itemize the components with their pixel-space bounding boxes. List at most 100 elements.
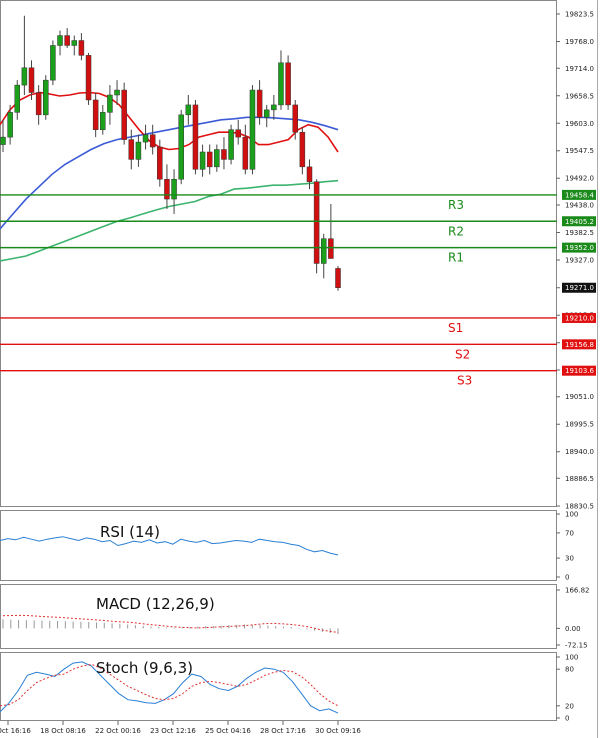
candle-body bbox=[107, 94, 113, 113]
x-tick-label: 16 Oct 16:16 bbox=[0, 727, 31, 735]
candle-body bbox=[157, 146, 163, 180]
level-price-label: 19352.0 bbox=[565, 244, 594, 252]
level-price-label: 19156.8 bbox=[565, 341, 594, 349]
candle-body bbox=[78, 40, 85, 56]
price-tick-label: 19603.0 bbox=[565, 120, 594, 128]
x-tick-label: 23 Oct 12:16 bbox=[150, 727, 196, 735]
level-price-label: 19103.6 bbox=[565, 367, 594, 375]
candle-body bbox=[335, 268, 341, 288]
candle-body bbox=[14, 84, 21, 113]
level-price-label: 19405.2 bbox=[565, 218, 594, 226]
stoch-tick-label: 0 bbox=[565, 715, 569, 723]
rsi-tick-label: 70 bbox=[565, 529, 574, 537]
price-tick-label: 19823.5 bbox=[565, 11, 594, 19]
rsi-title: RSI (14) bbox=[100, 523, 160, 541]
x-tick-label: 18 Oct 08:16 bbox=[40, 727, 86, 735]
candle-body bbox=[178, 114, 184, 180]
rsi-panel-frame bbox=[0, 510, 557, 581]
candle-body bbox=[285, 62, 291, 106]
price-tick-label: 19382.5 bbox=[565, 229, 594, 237]
candle-body bbox=[199, 151, 206, 170]
price-tick-label: 18830.5 bbox=[565, 503, 594, 511]
price-tick-label: 19327.0 bbox=[565, 257, 594, 265]
candle-body bbox=[43, 79, 49, 116]
level-label-r1: R1 bbox=[448, 251, 464, 265]
candle-body bbox=[328, 238, 334, 259]
macd-tick-label: 0.00 bbox=[565, 625, 581, 633]
rsi-tick-label: 0 bbox=[565, 574, 569, 582]
candle-body bbox=[100, 112, 106, 130]
price-tick-label: 19051.0 bbox=[565, 393, 594, 401]
macd-tick-label: 166.82 bbox=[565, 587, 590, 595]
candle-body bbox=[242, 136, 249, 170]
x-tick-label: 25 Oct 04:16 bbox=[205, 727, 251, 735]
candle-body bbox=[57, 35, 63, 46]
candle-body bbox=[206, 151, 213, 168]
price-tick-label: 19658.5 bbox=[565, 92, 594, 100]
candle-body bbox=[192, 104, 199, 170]
trading-chart: 19823.5 19768.0 19714.0 19658.5 19603.0 19547… bbox=[0, 0, 598, 738]
candle-body bbox=[164, 178, 170, 200]
candle-body bbox=[228, 129, 234, 160]
candle-body bbox=[313, 181, 320, 264]
macd-panel-frame bbox=[0, 584, 557, 649]
candle-body bbox=[128, 139, 135, 160]
stoch-title: Stoch (9,6,3) bbox=[96, 659, 193, 677]
x-tick-label: 22 Oct 00:16 bbox=[95, 727, 141, 735]
candle-body bbox=[7, 112, 13, 138]
stoch-tick-label: 20 bbox=[565, 702, 574, 710]
candle-body bbox=[114, 89, 120, 96]
rsi-tick-label: 100 bbox=[565, 511, 578, 519]
price-tick-label: 19547.5 bbox=[565, 147, 594, 155]
candle-body bbox=[35, 92, 42, 116]
level-price-label: 19210.0 bbox=[565, 314, 594, 322]
candle-body bbox=[64, 35, 70, 46]
candle-body bbox=[256, 89, 263, 118]
x-tick-label: 30 Oct 09:16 bbox=[315, 727, 361, 735]
price-tick-label: 18940.0 bbox=[565, 448, 594, 456]
candle-body bbox=[21, 67, 28, 86]
price-tick-label: 19714.0 bbox=[565, 65, 594, 73]
candle-body bbox=[28, 67, 35, 93]
stoch-tick-label: 100 bbox=[565, 654, 578, 662]
candle-body bbox=[263, 109, 270, 118]
candle-body bbox=[306, 166, 313, 182]
level-label-s1: S1 bbox=[448, 321, 463, 335]
macd-title: MACD (12,26,9) bbox=[96, 595, 215, 613]
candle-body bbox=[185, 104, 192, 116]
ma-blue-line bbox=[0, 116, 339, 230]
candle-body bbox=[249, 89, 256, 170]
price-tick-label: 18995.5 bbox=[565, 421, 594, 429]
candle-body bbox=[142, 134, 149, 143]
candle-body bbox=[320, 238, 327, 264]
level-label-s3: S3 bbox=[457, 374, 472, 388]
candle-body bbox=[271, 104, 277, 111]
price-tick-label: 19438.0 bbox=[565, 202, 594, 210]
candle-body bbox=[85, 55, 92, 101]
current-price-label: 19271.0 bbox=[565, 284, 594, 292]
candle-body bbox=[135, 141, 142, 160]
rsi-line bbox=[0, 536, 339, 556]
level-label-r3: R3 bbox=[448, 198, 464, 212]
candle-body bbox=[235, 129, 241, 138]
macd-signal-line bbox=[2, 614, 339, 633]
macd-tick-label: -72.15 bbox=[565, 642, 588, 650]
stoch-tick-label: 80 bbox=[565, 666, 574, 674]
price-tick-label: 19492.0 bbox=[565, 175, 594, 183]
candle-body bbox=[221, 149, 227, 160]
candle-body bbox=[278, 62, 284, 106]
candle-body bbox=[171, 178, 177, 200]
price-tick-label: 19768.0 bbox=[565, 38, 594, 46]
candle-body bbox=[149, 134, 156, 148]
level-label-r2: R2 bbox=[448, 224, 464, 238]
price-tick-label: 18886.5 bbox=[565, 475, 594, 483]
x-tick-label: 28 Oct 17:16 bbox=[260, 727, 306, 735]
candle-body bbox=[121, 89, 127, 140]
candle-body bbox=[92, 99, 99, 130]
level-label-s2: S2 bbox=[455, 347, 470, 361]
candle-body bbox=[292, 104, 298, 133]
candle-body bbox=[214, 149, 220, 168]
rsi-tick-label: 30 bbox=[565, 555, 574, 563]
candle-body bbox=[0, 136, 6, 145]
candle-body bbox=[299, 131, 306, 168]
